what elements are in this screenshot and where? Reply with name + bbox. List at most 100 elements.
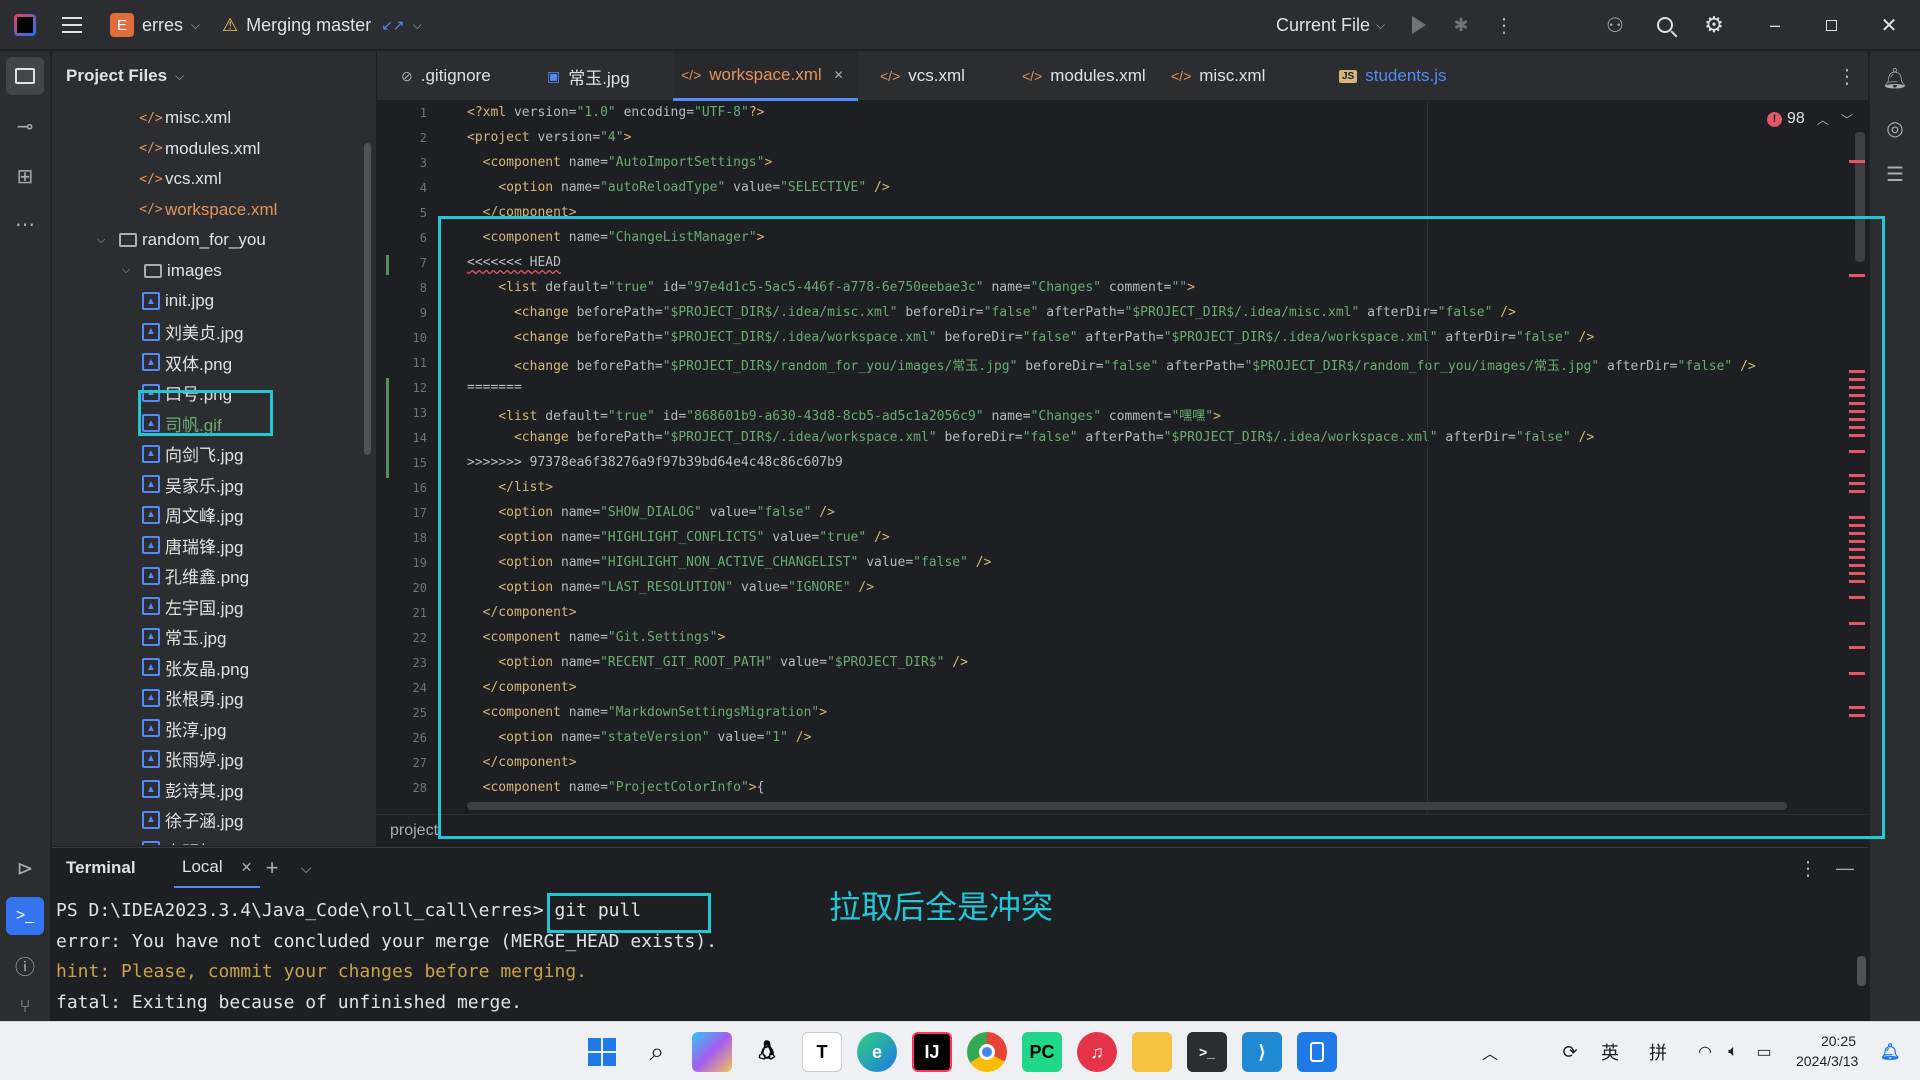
chrome-browser-icon[interactable]	[967, 1032, 1007, 1072]
edge-browser-icon[interactable]: e	[857, 1032, 897, 1072]
tree-item[interactable]: ▲ 张雨婷.jpg	[52, 744, 376, 774]
more-vertical-icon[interactable]: ⋮	[1494, 12, 1514, 38]
tree-item[interactable]: ▲ 唐瑞锋.jpg	[52, 530, 376, 560]
clock[interactable]: 20:25 2024/3/13	[1796, 1031, 1858, 1071]
notification-bell-icon[interactable]: 🔔︎	[1870, 1032, 1910, 1072]
tree-item[interactable]: </> workspace.xml	[52, 195, 376, 225]
qq-penguin-icon[interactable]: 🐧︎	[747, 1032, 787, 1072]
chevron-down-icon[interactable]: ﹀	[1841, 111, 1853, 128]
tree-item[interactable]: ▲ 刘美贞.jpg	[52, 317, 376, 347]
ime-mode[interactable]: 拼	[1638, 1032, 1678, 1072]
file-explorer-icon[interactable]	[1132, 1032, 1172, 1072]
problems-tool-icon[interactable]: ⓘ	[6, 946, 44, 984]
app-logo-icon[interactable]	[14, 0, 36, 50]
windows-start-icon[interactable]	[582, 1032, 622, 1072]
terminal-tool-icon[interactable]: >_	[6, 897, 44, 935]
chevron-up-icon[interactable]: ︿	[1470, 1032, 1510, 1072]
close-icon[interactable]: ✕	[1874, 10, 1904, 40]
restore-icon[interactable]	[1816, 10, 1846, 40]
code-line[interactable]: <project version="4">	[467, 130, 631, 145]
tree-item[interactable]: ▲ 吴家乐.jpg	[52, 469, 376, 499]
typora-icon[interactable]: T	[802, 1032, 842, 1072]
commit-tool-icon[interactable]: ⊸	[6, 107, 44, 145]
vscode-icon[interactable]: ⟩	[1242, 1032, 1282, 1072]
tree-item[interactable]: </> vcs.xml	[52, 164, 376, 194]
tree-item[interactable]: ▲ 孔维鑫.png	[52, 561, 376, 591]
tree-item[interactable]: </> misc.xml	[52, 103, 376, 133]
tablet-app-icon[interactable]	[1297, 1032, 1337, 1072]
ime-language[interactable]: 英	[1590, 1032, 1630, 1072]
services-tool-icon[interactable]: ⊳	[6, 849, 44, 887]
tree-item[interactable]: ▲ 双体.png	[52, 347, 376, 377]
run-icon[interactable]	[1406, 12, 1432, 38]
tree-item[interactable]: ▲ 李明权.jpg	[52, 835, 376, 845]
tab-workspace-xml[interactable]: </> workspace.xml ✕	[673, 51, 858, 101]
intellij-idea-icon[interactable]: IJ	[912, 1032, 952, 1072]
tree-item[interactable]: ▲ 徐子涵.jpg	[52, 805, 376, 835]
new-tab-plus-icon[interactable]: +	[258, 854, 286, 882]
debug-icon[interactable]: ✱	[1448, 12, 1474, 38]
tree-item[interactable]: ⌵ random_for_you	[52, 225, 376, 255]
structure-tool-icon[interactable]: ⊞	[6, 157, 44, 195]
pycharm-icon[interactable]: PC	[1022, 1032, 1062, 1072]
tree-item[interactable]: ▲ 周文峰.jpg	[52, 500, 376, 530]
terminal-tab-local[interactable]: Local ✕	[174, 848, 261, 888]
tree-item[interactable]: ▲ 张根勇.jpg	[52, 683, 376, 713]
code-line[interactable]: <option name="autoReloadType" value="SEL…	[467, 180, 889, 195]
code-line[interactable]: <?xml version="1.0" encoding="UTF-8"?>	[467, 105, 764, 120]
tree-item[interactable]: ▲ 左宇国.jpg	[52, 591, 376, 621]
hide-panel-icon[interactable]: —	[1832, 854, 1858, 882]
more-vertical-icon[interactable]: ⋮	[1837, 63, 1857, 89]
close-icon[interactable]: ✕	[834, 68, 844, 82]
chevron-up-icon[interactable]: ︿	[1817, 111, 1829, 128]
tree-item-label: 彭诗其.jpg	[165, 781, 244, 801]
battery-icon[interactable]: ▭	[1744, 1032, 1784, 1072]
notifications-bell-icon[interactable]: 🔔︎	[1878, 61, 1912, 95]
tab--jpg[interactable]: ▣ 常玉.jpg	[539, 51, 659, 101]
code-line[interactable]: <component name="AutoImportSettings">	[467, 155, 773, 170]
tab-vcs-xml[interactable]: </> vcs.xml	[872, 51, 1002, 101]
add-user-icon[interactable]: ⚇	[1600, 10, 1630, 40]
git-tool-icon[interactable]: ⑂	[6, 991, 44, 1021]
close-icon[interactable]: ✕	[241, 859, 253, 876]
tab-modules-xml[interactable]: </> modules.xml	[1014, 51, 1149, 101]
problems-indicator[interactable]: ! 98 ︿ ﹀	[1767, 110, 1853, 128]
tree-item[interactable]: ▲ 向剑飞.jpg	[52, 439, 376, 469]
tree-scrollbar[interactable]	[364, 143, 371, 455]
project-widget[interactable]: E erres ⌵	[110, 0, 200, 50]
tree-item[interactable]: ▲ 张友晶.png	[52, 652, 376, 682]
main-menu-icon[interactable]	[62, 0, 82, 50]
project-tool-icon[interactable]	[6, 57, 44, 95]
more-vertical-icon[interactable]: ⋮	[1798, 854, 1818, 882]
terminal-app-icon[interactable]: >_	[1187, 1032, 1227, 1072]
sync-icon[interactable]: ⟳	[1550, 1032, 1590, 1072]
project-panel-header[interactable]: Project Files ⌵	[66, 51, 184, 101]
settings-gear-icon[interactable]: ⚙	[1699, 10, 1729, 40]
tree-item[interactable]: ▲ 常玉.jpg	[52, 622, 376, 652]
chevron-down-icon[interactable]: ⌵	[97, 234, 109, 247]
tree-item[interactable]: ▲ 张淳.jpg	[52, 713, 376, 743]
run-config-selector[interactable]: Current File ⌵	[1276, 0, 1385, 50]
vcs-branch-widget[interactable]: ⚠ Merging master ↙↗ ⌵	[222, 0, 422, 50]
database-icon[interactable]: ☰	[1878, 157, 1912, 191]
project-name: erres	[142, 14, 184, 35]
ai-assistant-icon[interactable]: ◎	[1878, 111, 1912, 145]
copilot-icon[interactable]	[692, 1032, 732, 1072]
chevron-down-icon[interactable]: ⌵	[122, 264, 134, 277]
chevron-down-icon[interactable]: ⌵	[294, 854, 318, 882]
tree-item[interactable]: </> modules.xml	[52, 134, 376, 164]
terminal-scrollbar[interactable]	[1857, 956, 1866, 986]
breadcrumb[interactable]: project	[390, 822, 438, 840]
tab-misc-xml[interactable]: </> misc.xml	[1163, 51, 1273, 101]
more-tools-icon[interactable]: ⋯	[6, 205, 44, 243]
tab--gitignore[interactable]: ⊘ .gitignore	[393, 51, 523, 101]
tree-item[interactable]: ▲ 彭诗其.jpg	[52, 774, 376, 804]
tree-item[interactable]: ▲ init.jpg	[52, 286, 376, 316]
image-file-icon: ▲	[142, 780, 160, 798]
search-icon[interactable]	[1650, 10, 1680, 40]
netease-music-icon[interactable]: ♫	[1077, 1032, 1117, 1072]
tree-item[interactable]: ⌵ images	[52, 256, 376, 286]
search-icon[interactable]: ⌕	[637, 1032, 677, 1072]
minimize-icon[interactable]: –	[1760, 10, 1790, 40]
tab-students-js[interactable]: JS students.js	[1331, 51, 1451, 101]
